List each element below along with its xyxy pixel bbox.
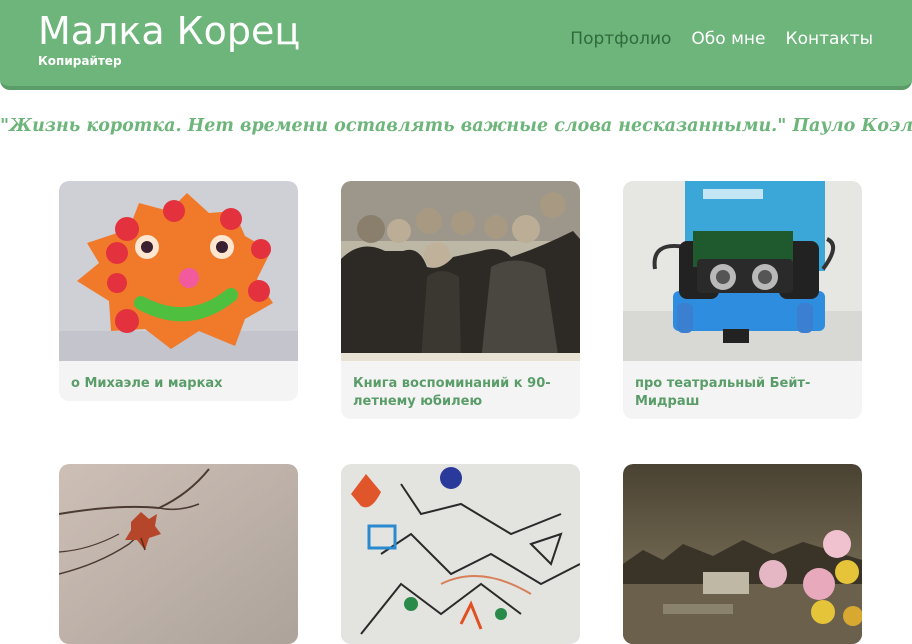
nav-portfolio[interactable]: Портфолио (570, 28, 671, 50)
portfolio-card[interactable] (59, 464, 298, 644)
portfolio-card[interactable]: про театральный Бейт-Мидраш (623, 181, 862, 419)
card-caption: о Михаэле и марках (71, 376, 223, 391)
nav-contacts[interactable]: Контакты (786, 28, 874, 50)
child-drawing-image (341, 464, 580, 644)
portfolio-card[interactable] (623, 464, 862, 644)
site-subtitle: Копирайтер (38, 54, 122, 68)
main-nav: Портфолио Обо мне Контакты (570, 28, 873, 50)
family-photo-image (341, 181, 580, 361)
nav-about[interactable]: Обо мне (691, 28, 765, 50)
plasticine-sun-image (59, 181, 298, 361)
card-caption: про театральный Бейт-Мидраш (635, 376, 811, 409)
site-title[interactable]: Малка Корец (38, 6, 300, 56)
portfolio-card[interactable]: о Михаэле и марках (59, 181, 298, 401)
portfolio-card[interactable]: Книга воспоминаний к 90-летнему юбилею (341, 181, 580, 419)
site-header: Малка Корец Копирайтер Портфолио Обо мне… (0, 0, 912, 90)
quote-text: "Жизнь коротка. Нет времени оставлять ва… (0, 116, 912, 136)
card-caption: Книга воспоминаний к 90-летнему юбилею (353, 376, 551, 409)
flowers-ruins-image (623, 464, 862, 644)
portfolio-card[interactable] (341, 464, 580, 644)
autumn-leaf-image (59, 464, 298, 644)
robot-toy-image (623, 181, 862, 361)
